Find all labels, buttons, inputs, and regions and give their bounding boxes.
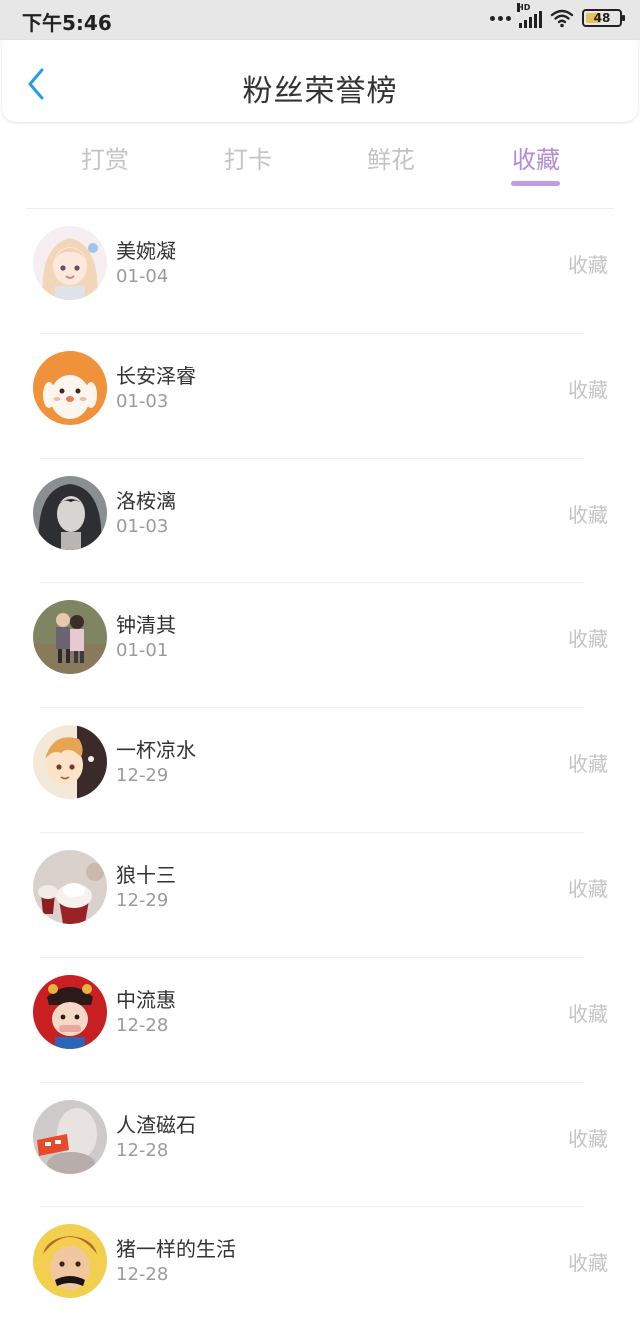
list-item[interactable]: 钟清其 01-01 收藏 bbox=[0, 583, 640, 709]
fan-list: 美婉凝 01-04 收藏 长安泽睿 01-03 收藏 洛桉漓 01-03 收藏 … bbox=[0, 209, 640, 1332]
fan-date: 12-29 bbox=[116, 889, 169, 911]
avatar bbox=[33, 1099, 107, 1174]
network-type-label: HD bbox=[517, 3, 531, 12]
favorite-label: 收藏 bbox=[568, 1001, 608, 1026]
status-bar: 下午5:46 HD 48 bbox=[0, 0, 640, 40]
avatar bbox=[33, 226, 107, 300]
tab-checkin[interactable]: 打卡 bbox=[198, 140, 298, 175]
fan-name: 人渣磁石 bbox=[116, 1112, 196, 1137]
fan-name: 钟清其 bbox=[116, 613, 176, 638]
list-item[interactable]: 中流惠 12-28 收藏 bbox=[0, 958, 640, 1083]
avatar bbox=[33, 725, 107, 800]
wifi-icon bbox=[550, 9, 574, 28]
list-item[interactable]: 洛桉漓 01-03 收藏 bbox=[0, 459, 640, 584]
list-item[interactable]: 长安泽睿 01-03 收藏 bbox=[0, 334, 640, 459]
favorite-label: 收藏 bbox=[568, 502, 608, 527]
favorite-label: 收藏 bbox=[568, 377, 608, 402]
cellular-signal-icon: HD bbox=[517, 3, 542, 28]
status-icons: HD 48 bbox=[490, 3, 625, 28]
avatar bbox=[33, 600, 107, 675]
fan-date: 01-03 bbox=[116, 515, 169, 537]
tab-reward[interactable]: 打赏 bbox=[55, 140, 155, 175]
fan-date: 12-28 bbox=[116, 1139, 169, 1161]
battery-icon: 48 bbox=[582, 9, 625, 27]
avatar bbox=[33, 974, 107, 1049]
status-time: 下午5:46 bbox=[22, 11, 112, 35]
fan-name: 一杯凉水 bbox=[116, 738, 196, 763]
fan-date: 12-28 bbox=[116, 1264, 169, 1286]
avatar bbox=[33, 1224, 107, 1299]
favorite-label: 收藏 bbox=[568, 752, 608, 777]
more-dots-icon bbox=[490, 15, 511, 21]
favorite-label: 收藏 bbox=[568, 1126, 608, 1151]
fan-name: 中流惠 bbox=[116, 987, 176, 1012]
favorite-label: 收藏 bbox=[568, 627, 608, 652]
list-item[interactable]: 人渣磁石 12-28 收藏 bbox=[0, 1083, 640, 1208]
fan-date: 12-29 bbox=[116, 765, 169, 787]
favorite-label: 收藏 bbox=[568, 876, 608, 901]
tab-flowers[interactable]: 鲜花 bbox=[341, 140, 441, 175]
avatar bbox=[33, 350, 107, 425]
list-item[interactable]: 美婉凝 01-04 收藏 bbox=[0, 209, 640, 334]
fan-date: 01-03 bbox=[116, 390, 169, 412]
page-title: 粉丝荣誉榜 bbox=[242, 74, 398, 109]
tab-favorites[interactable]: 收藏 bbox=[486, 140, 586, 175]
fan-date: 01-04 bbox=[116, 266, 169, 287]
fan-name: 美婉凝 bbox=[116, 239, 176, 263]
tab-bar: 打赏 打卡 鲜花 收藏 bbox=[0, 128, 640, 188]
navigation-bar: 粉丝荣誉榜 bbox=[2, 40, 638, 122]
avatar bbox=[33, 849, 107, 924]
fan-name: 洛桉漓 bbox=[116, 488, 176, 513]
fan-date: 12-28 bbox=[116, 1014, 169, 1036]
avatar bbox=[33, 475, 107, 550]
fan-name: 狼十三 bbox=[116, 862, 176, 887]
fan-name: 长安泽睿 bbox=[116, 363, 196, 388]
active-tab-indicator bbox=[511, 181, 560, 186]
list-item[interactable]: 一杯凉水 12-29 收藏 bbox=[0, 708, 640, 833]
fan-date: 01-01 bbox=[116, 640, 169, 662]
list-item[interactable]: 猪一样的生活 12-28 收藏 bbox=[0, 1207, 640, 1332]
list-item[interactable]: 狼十三 12-29 收藏 bbox=[0, 833, 640, 958]
fan-name: 猪一样的生活 bbox=[116, 1237, 236, 1262]
favorite-label: 收藏 bbox=[568, 1251, 608, 1276]
favorite-label: 收藏 bbox=[568, 253, 608, 277]
battery-level: 48 bbox=[593, 11, 611, 25]
